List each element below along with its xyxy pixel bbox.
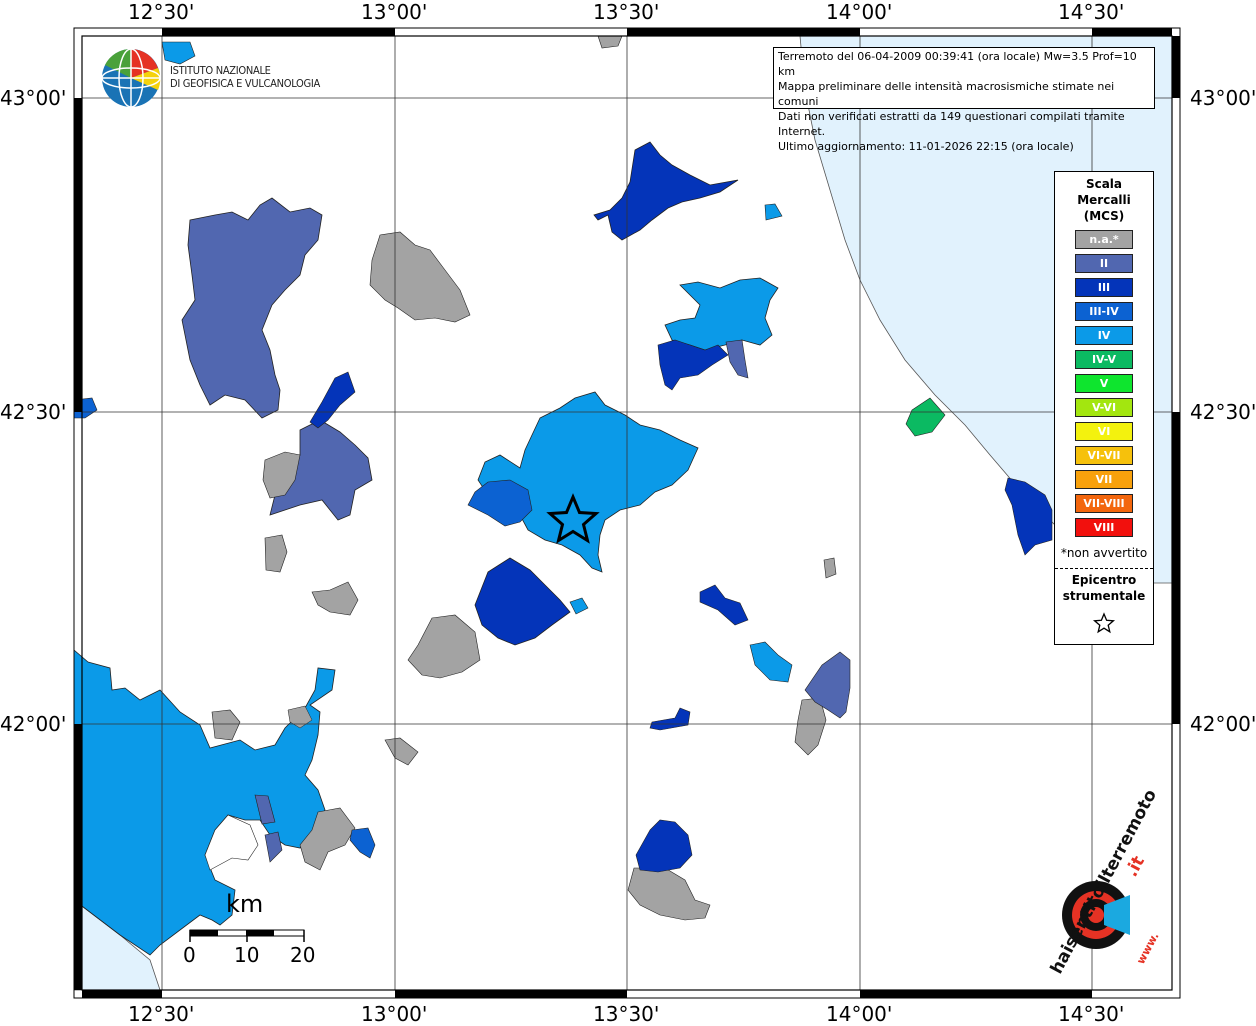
scale-tick-0: 0: [183, 943, 196, 967]
legend-swatch: VI: [1075, 422, 1133, 441]
region-north-iv-small: [764, 203, 783, 221]
legend-note: *non avvertito: [1060, 546, 1148, 560]
lon-label-top-4: 14°00': [826, 0, 893, 24]
legend-star-icon: [1092, 612, 1116, 634]
region-central-iii-iv: [467, 479, 533, 527]
legend-swatch: V-VI: [1075, 398, 1133, 417]
legend-swatch: VII-VIII: [1075, 494, 1133, 513]
region-south-iii: [474, 557, 571, 646]
lon-label-bottom-4: 14°00': [826, 1002, 893, 1026]
lat-label-left-2: 42°30': [0, 400, 67, 424]
event-info-line1: Terremoto del 06-04-2009 00:39:41 (ora l…: [778, 50, 1137, 78]
region-nw-iii: [309, 371, 356, 429]
legend-swatch: n.a.*: [1075, 230, 1133, 249]
event-info-line3: Dati non verificati estratti da 149 ques…: [778, 110, 1125, 138]
lat-label-right-3: 42°00': [1190, 712, 1256, 736]
legend-swatch: II: [1075, 254, 1133, 273]
lon-label-bottom-5: 14°30': [1058, 1002, 1125, 1026]
legend-title-line3: (MCS): [1083, 209, 1125, 223]
lon-label-top-5: 14°30': [1058, 0, 1125, 24]
region-se-iii: [699, 584, 749, 626]
event-info-box: Terremoto del 06-04-2009 00:39:41 (ora l…: [773, 47, 1155, 153]
region-top-left-iv: [161, 41, 196, 65]
region-gray-3: [264, 534, 288, 573]
ingv-logo-text: ISTITUTO NAZIONALE DI GEOFISICA E VULCAN…: [170, 64, 320, 90]
region-se-iv: [749, 641, 793, 683]
lon-label-bottom-3: 13°30': [593, 1002, 660, 1026]
region-gray-5: [407, 614, 481, 679]
region-ne-iii: [657, 339, 729, 391]
ingv-logo-line1: ISTITUTO NAZIONALE: [170, 64, 271, 77]
region-gray-10: [794, 697, 827, 756]
event-info-line2: Mappa preliminare delle intensità macros…: [778, 80, 1115, 108]
legend-swatch: IV-V: [1075, 350, 1133, 369]
scale-unit-label: km: [226, 890, 264, 918]
region-gray-1: [369, 231, 471, 323]
lon-label-bottom-1: 12°30': [128, 1002, 195, 1026]
lat-label-left-3: 42°00': [0, 712, 67, 736]
lon-label-bottom-2: 13°00': [361, 1002, 428, 1026]
lon-label-top-1: 12°30': [128, 0, 195, 24]
scale-tick-10: 10: [234, 943, 260, 967]
region-nw-upper: [181, 197, 323, 419]
lat-label-right-1: 43°00': [1190, 86, 1256, 110]
legend-title-line1: Scala: [1085, 177, 1123, 191]
legend-swatch: VII: [1075, 470, 1133, 489]
scale-tick-20: 20: [290, 943, 316, 967]
legend-swatch: III-IV: [1075, 302, 1133, 321]
region-ne-iv: [664, 277, 779, 351]
legend-epicenter-line1: Epicentro: [1071, 573, 1137, 587]
lon-label-top-3: 13°30': [593, 0, 660, 24]
region-s-iii-lower: [635, 819, 693, 873]
hsit-text-www: www.: [1134, 930, 1161, 966]
region-gray-6: [384, 737, 419, 766]
region-gray-4: [311, 581, 359, 616]
legend-title: Scala Mercalli (MCS): [1055, 176, 1153, 224]
scale-bar: [189, 929, 305, 942]
lat-label-left-1: 43°00': [0, 86, 67, 110]
event-info-line4: Ultimo aggiornamento: 11-01-2026 22:15 (…: [778, 140, 1074, 153]
lat-label-right-2: 42°30': [1190, 400, 1256, 424]
intensity-legend: Scala Mercalli (MCS) n.a.* II III III-IV IV I…: [1054, 171, 1154, 645]
region-rome: [73, 649, 336, 956]
region-gray-9: [627, 867, 711, 921]
legend-swatch: V: [1075, 374, 1133, 393]
legend-title-line2: Mercalli: [1077, 193, 1131, 207]
region-ne-ii: [725, 339, 749, 379]
region-sw-iii-iv: [349, 827, 376, 859]
region-gray-11: [823, 557, 837, 579]
legend-swatch: IV: [1075, 326, 1133, 345]
legend-separator: [1055, 568, 1153, 569]
hsit-logo-icon: haisentitoilterremoto .it www.: [1047, 786, 1162, 977]
lon-label-top-2: 13°00': [361, 0, 428, 24]
region-north-iii: [593, 141, 739, 241]
legend-swatch: VIII: [1075, 518, 1133, 537]
legend-swatch: VI-VII: [1075, 446, 1133, 465]
region-gray-2: [597, 35, 623, 49]
region-s-iii-strip: [649, 707, 691, 731]
region-coast-iv-v: [905, 397, 946, 437]
legend-swatch: III: [1075, 278, 1133, 297]
region-south-iv-small: [569, 597, 589, 615]
ingv-logo-line2: DI GEOFISICA E VULCANOLOGIA: [170, 77, 320, 90]
ingv-globe-icon: [101, 48, 161, 108]
legend-epicenter-line2: strumentale: [1062, 589, 1146, 603]
legend-epicenter-label: Epicentro strumentale: [1055, 572, 1153, 604]
region-gray-7: [211, 709, 241, 741]
